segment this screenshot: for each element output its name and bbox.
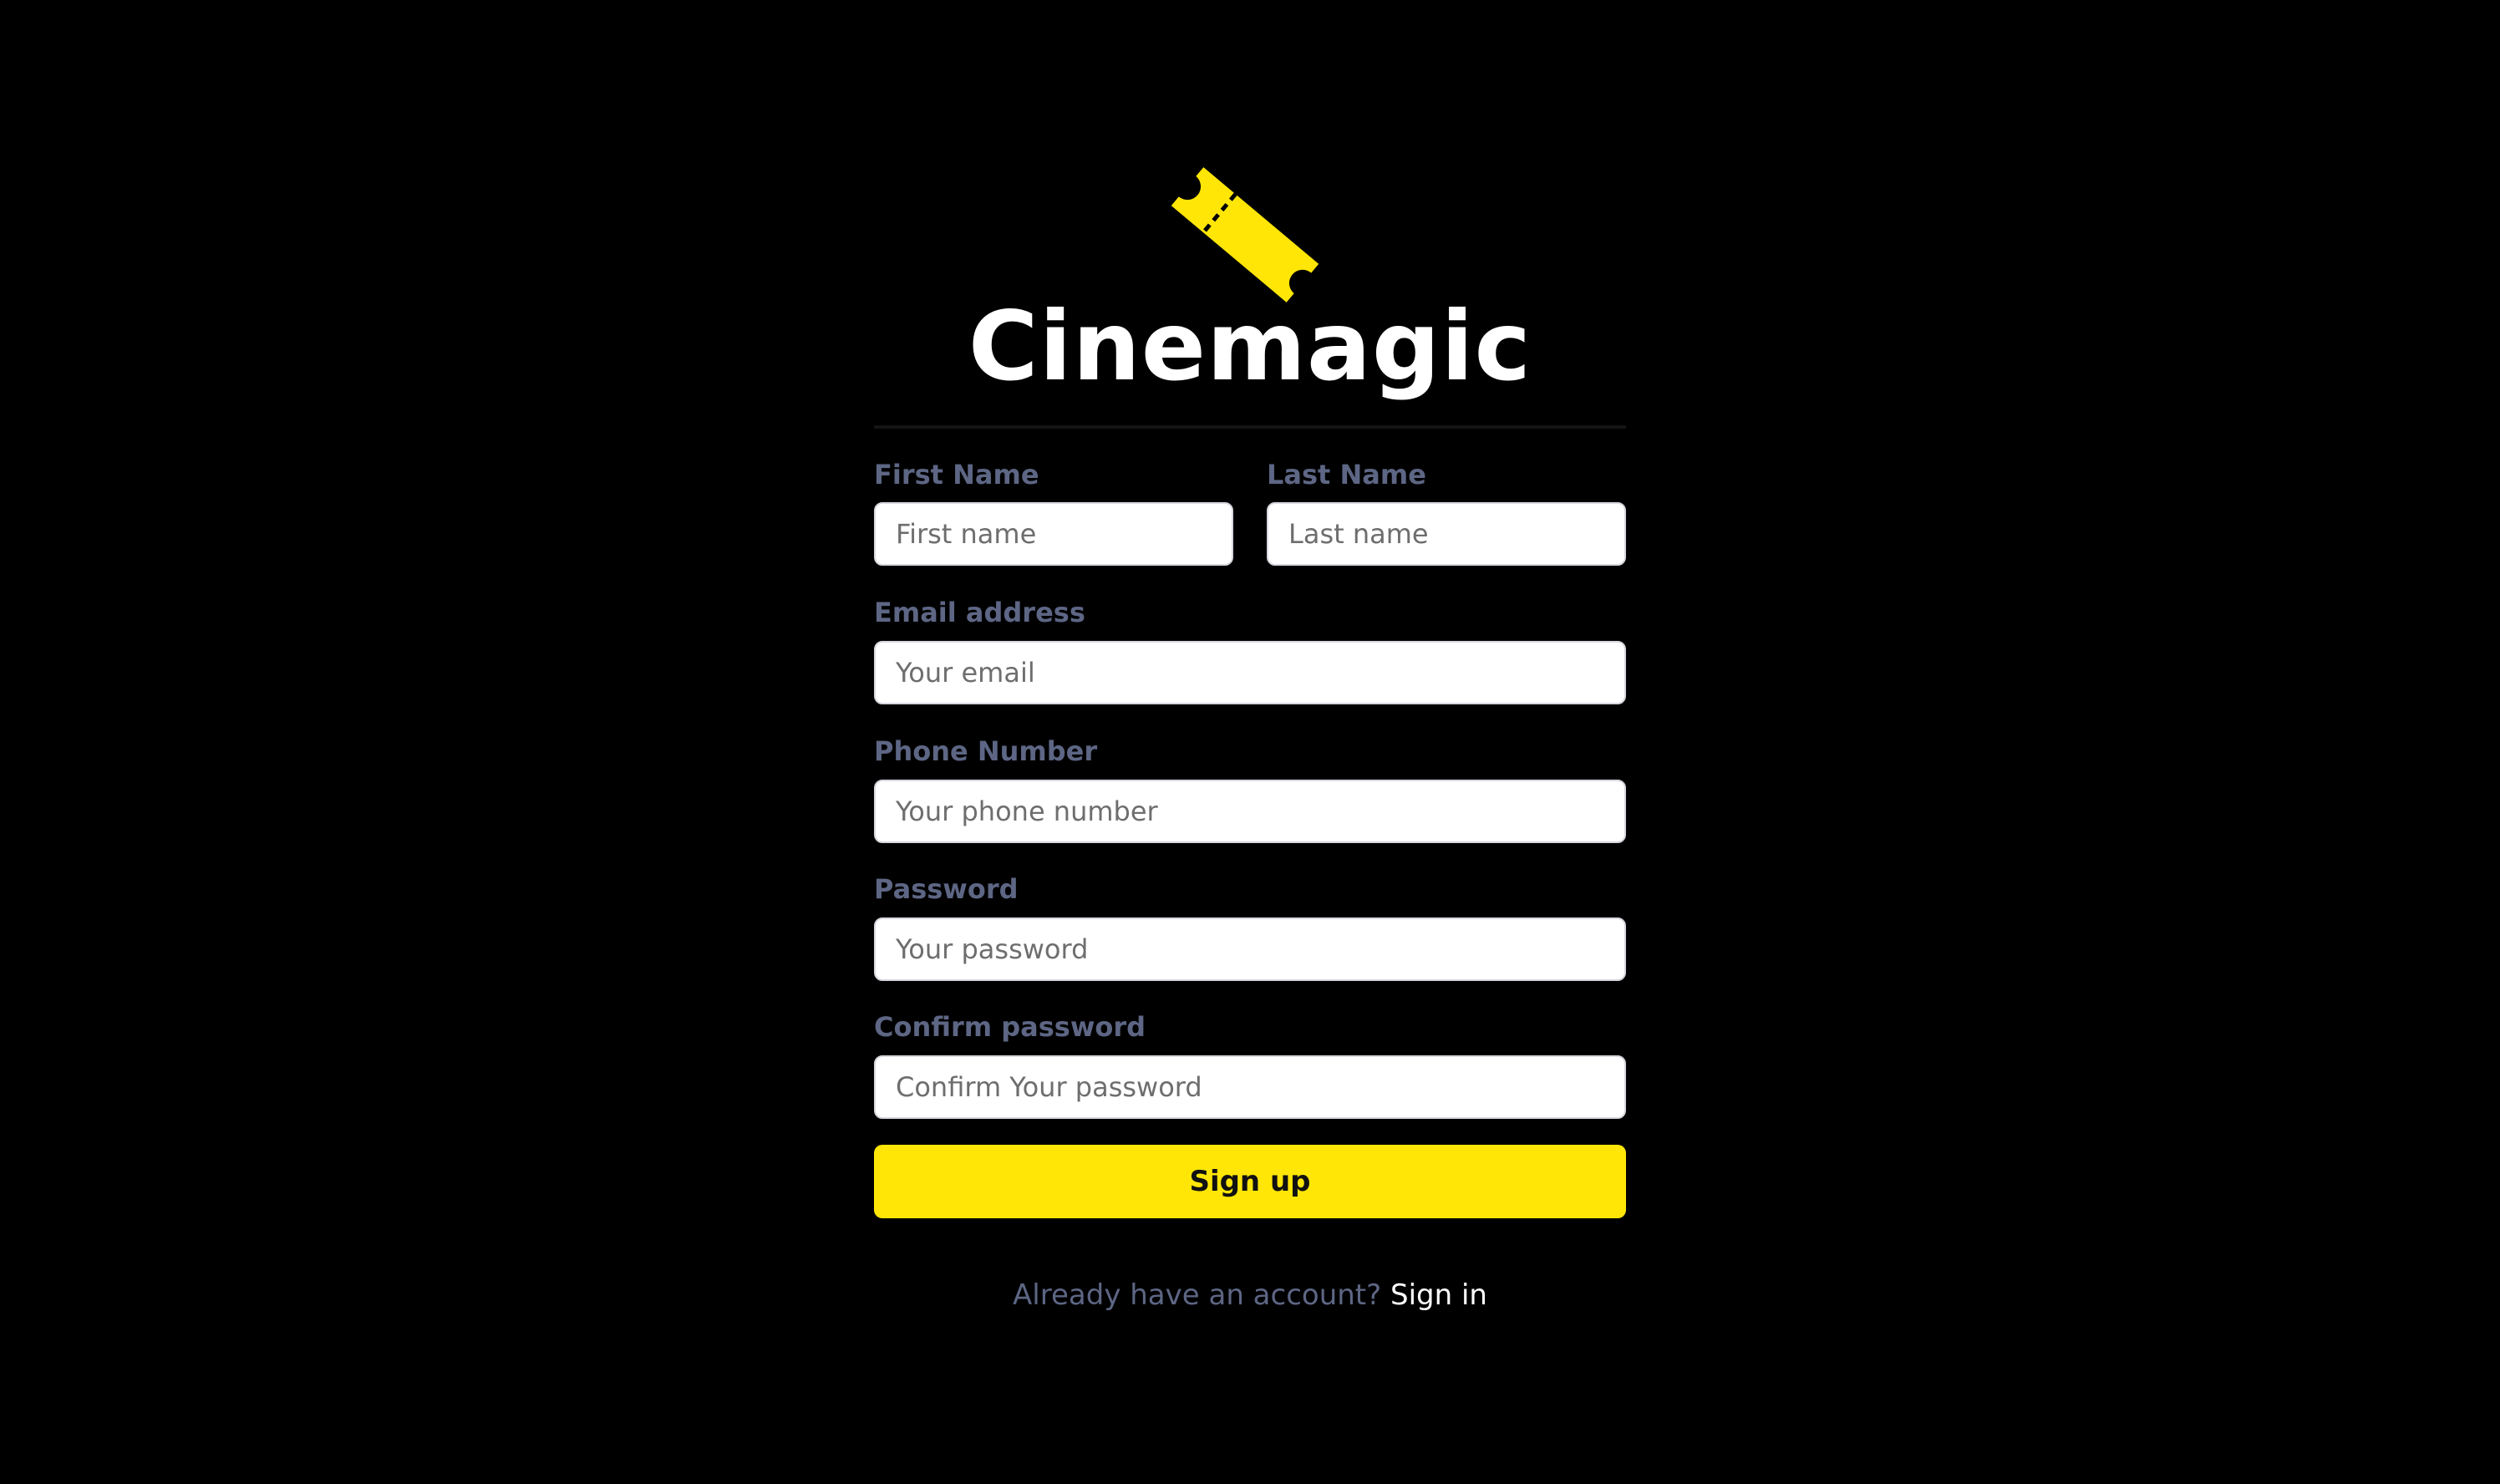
phone-input[interactable] <box>874 780 1626 843</box>
email-label: Email address <box>874 597 1085 628</box>
sign-up-button[interactable]: Sign up <box>874 1145 1626 1218</box>
header-divider <box>874 425 1626 429</box>
confirm-password-input[interactable] <box>874 1055 1626 1119</box>
app-title: Cinemagic <box>968 291 1532 402</box>
ticket-icon <box>1170 164 1320 306</box>
phone-label: Phone Number <box>874 735 1098 767</box>
email-input[interactable] <box>874 641 1626 704</box>
last-name-label: Last Name <box>1267 459 1426 490</box>
first-name-input[interactable] <box>874 502 1233 566</box>
confirm-password-label: Confirm password <box>874 1011 1146 1043</box>
password-label: Password <box>874 873 1019 905</box>
sign-in-prompt-text: Already have an account? <box>1013 1278 1382 1312</box>
sign-in-prompt: Already have an account? Sign in <box>0 1277 2500 1314</box>
last-name-input[interactable] <box>1267 502 1626 566</box>
first-name-label: First Name <box>874 459 1039 490</box>
password-input[interactable] <box>874 917 1626 981</box>
signup-page: Cinemagic First Name Last Name Email add… <box>0 0 2500 1484</box>
sign-in-link[interactable]: Sign in <box>1390 1278 1487 1312</box>
